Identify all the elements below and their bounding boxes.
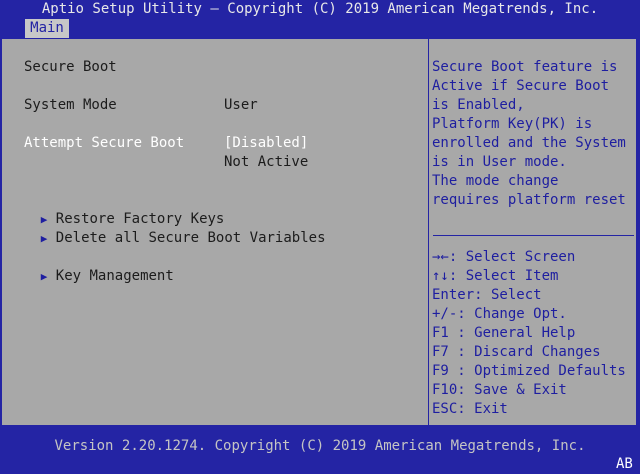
attempt-secure-boot-label[interactable]: Attempt Secure Boot [24, 134, 184, 153]
help-line: Secure Boot feature is [432, 59, 618, 75]
help-line: Platform Key(PK) is [432, 116, 593, 132]
key-hint: F9 : Optimized Defaults [432, 363, 626, 379]
panel-divider [428, 39, 429, 427]
submenu-arrow-icon: ▶ [40, 270, 48, 283]
secure-boot-status: Not Active [224, 154, 309, 170]
help-divider [433, 235, 634, 236]
secure-boot-label: Secure Boot [24, 59, 117, 75]
key-management-label: Key Management [55, 268, 174, 284]
help-line: Active if Secure Boot [432, 78, 610, 94]
key-hint: +/-: Change Opt. [432, 306, 567, 322]
attempt-secure-boot-value[interactable]: [Disabled] [224, 134, 308, 153]
system-mode-label: System Mode [24, 97, 117, 113]
version-footer: Version 2.20.1274. Copyright (C) 2019 Am… [54, 438, 586, 454]
help-line: is in User mode. [432, 154, 567, 170]
app-title: Aptio Setup Utility – Copyright (C) 2019… [41, 1, 599, 17]
key-hint: Enter: Select [432, 287, 542, 303]
key-hint: ↑↓: Select Item [432, 268, 559, 284]
help-line: enrolled and the System [432, 135, 626, 151]
key-hint: F7 : Discard Changes [432, 344, 601, 360]
tab-main[interactable]: Main [25, 19, 69, 38]
key-hint: F1 : General Help [432, 325, 576, 341]
help-line: requires platform reset [432, 192, 626, 208]
setup-panel: Secure Boot System Mode User Attempt Sec… [1, 38, 637, 427]
system-mode-value: User [224, 97, 258, 113]
key-hint: ESC: Exit [432, 401, 508, 417]
help-line: is Enabled, [432, 97, 525, 113]
delete-secure-boot-variables-label: Delete all Secure Boot Variables [55, 230, 326, 246]
help-line: The mode change [432, 173, 559, 189]
key-hint: →←: Select Screen [432, 249, 576, 265]
key-management-item[interactable]: ▶ Key Management [7, 248, 174, 305]
corner-indicator: AB [616, 456, 633, 472]
key-hint: F10: Save & Exit [432, 382, 567, 398]
submenu-arrow-icon: ▶ [40, 232, 48, 245]
